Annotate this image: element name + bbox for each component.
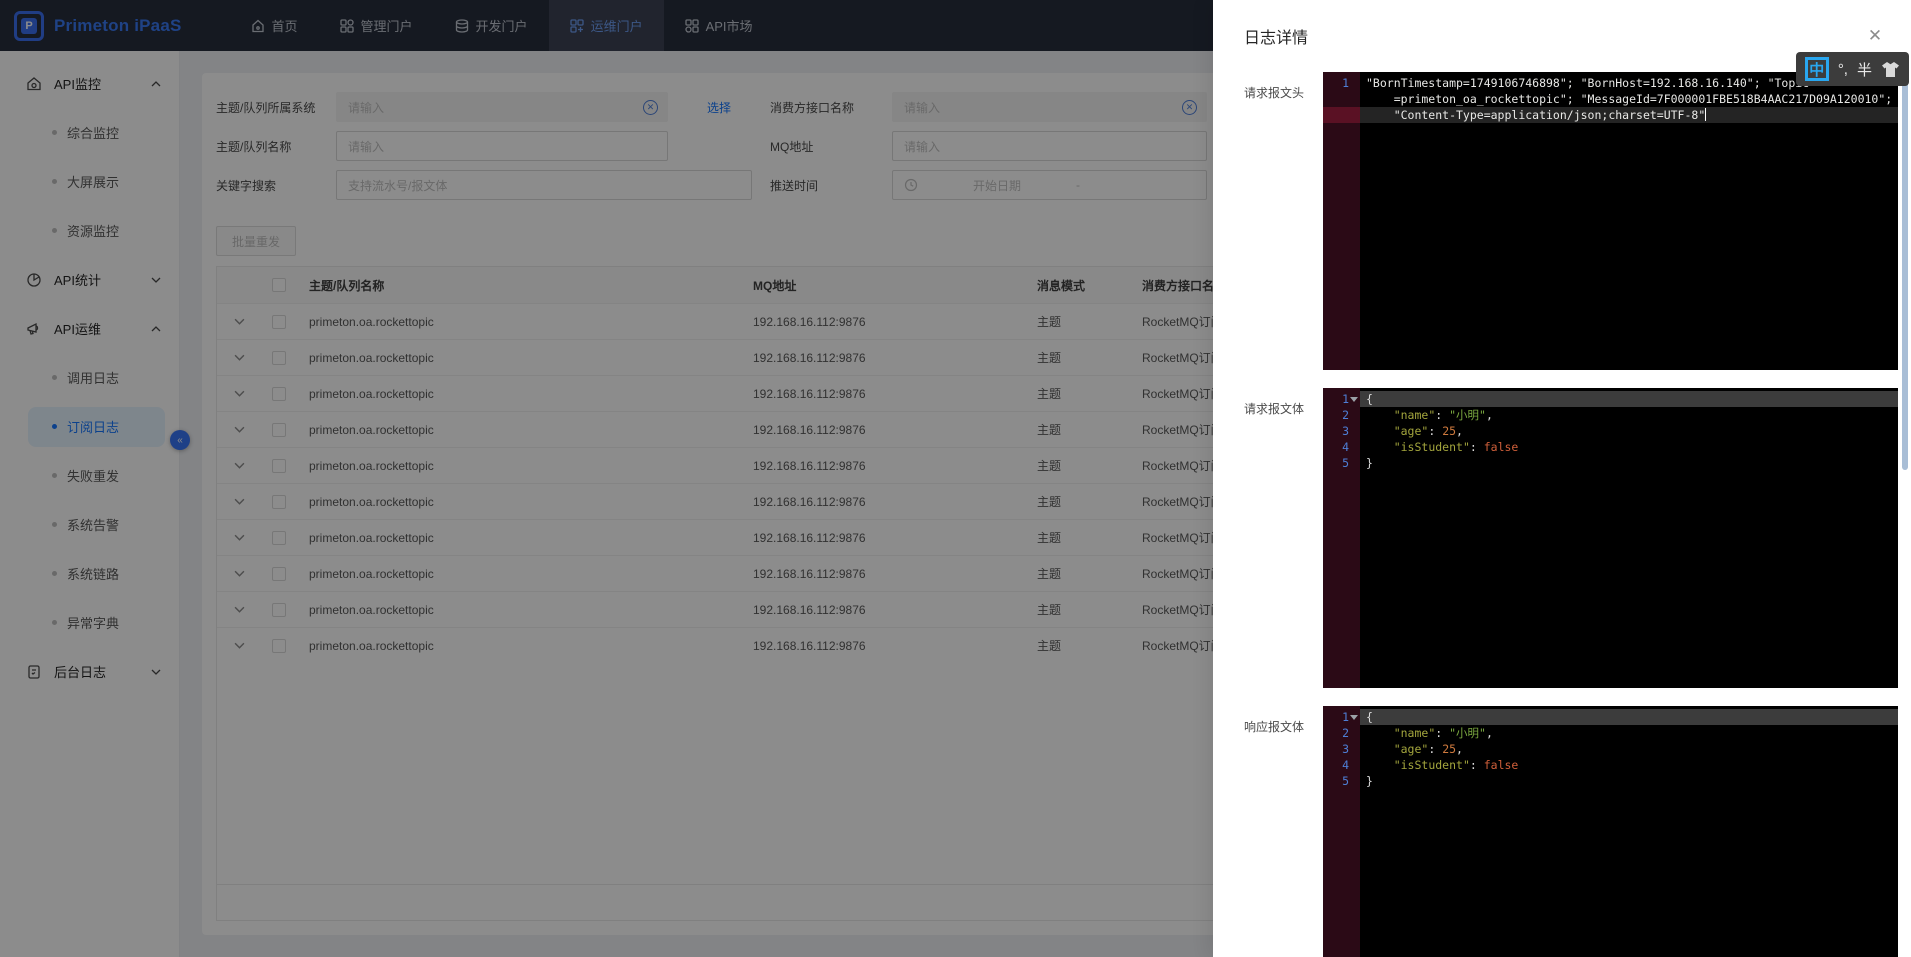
request-body-label: 请求报文体 [1244, 388, 1323, 688]
editor-gutter: 1 [1323, 72, 1360, 370]
log-detail-drawer: 日志详情 ✕ 请求报文头 1"BornTimestamp=17491067468… [1213, 0, 1911, 957]
code-line: } [1360, 455, 1898, 471]
editor-code-area[interactable]: { "name": "小明", "age": 25, "isStudent": … [1360, 388, 1898, 688]
code-line: { [1360, 391, 1898, 407]
drawer-scrollbar[interactable] [1902, 70, 1908, 470]
editor-code-area[interactable]: { "name": "小明", "age": 25, "isStudent": … [1360, 706, 1898, 957]
fold-caret-icon[interactable] [1350, 715, 1358, 720]
code-line: "name": "小明", [1360, 407, 1898, 423]
code-line: "isStudent": false [1360, 757, 1898, 773]
drawer-title: 日志详情 [1244, 30, 1308, 47]
request-body-section: 请求报文体 12345{ "name": "小明", "age": 25, "i… [1244, 388, 1898, 688]
close-icon[interactable]: ✕ [1865, 26, 1885, 46]
text-cursor [1705, 108, 1706, 121]
code-line: "Content-Type=application/json;charset=U… [1360, 107, 1898, 123]
ime-punctuation-toggle[interactable]: °, [1838, 61, 1848, 78]
code-line: { [1360, 709, 1898, 725]
ime-language-toggle[interactable]: 中 [1805, 57, 1829, 81]
response-body-label: 响应报文体 [1244, 706, 1323, 957]
request-header-section: 请求报文头 1"BornTimestamp=1749106746898"; "B… [1244, 72, 1898, 370]
code-line: "isStudent": false [1360, 439, 1898, 455]
screen: P Primeton iPaaS 首页 管理门户 开发门户 运维门户 A [0, 0, 1911, 957]
ime-width-toggle[interactable]: 半 [1857, 59, 1872, 80]
drawer-body: 请求报文头 1"BornTimestamp=1749106746898"; "B… [1213, 58, 1911, 957]
editor-gutter: 12345 [1323, 388, 1360, 688]
request-header-code-editor[interactable]: 1"BornTimestamp=1749106746898"; "BornHos… [1323, 72, 1898, 370]
request-body-code-editor[interactable]: 12345{ "name": "小明", "age": 25, "isStude… [1323, 388, 1898, 688]
code-line: =primeton_oa_rockettopic"; "MessageId=7F… [1360, 91, 1898, 107]
code-line: } [1360, 773, 1898, 789]
ime-skin-icon[interactable] [1881, 61, 1900, 78]
response-body-section: 响应报文体 12345{ "name": "小明", "age": 25, "i… [1244, 706, 1898, 957]
editor-code-area[interactable]: "BornTimestamp=1749106746898"; "BornHost… [1360, 72, 1898, 370]
drawer-header: 日志详情 ✕ [1213, 0, 1911, 58]
response-body-code-editor[interactable]: 12345{ "name": "小明", "age": 25, "isStude… [1323, 706, 1898, 957]
code-line: "name": "小明", [1360, 725, 1898, 741]
ime-status-bar: 中 °, 半 [1796, 52, 1909, 86]
code-line: "age": 25, [1360, 423, 1898, 439]
fold-caret-icon[interactable] [1350, 397, 1358, 402]
code-line: "age": 25, [1360, 741, 1898, 757]
request-header-label: 请求报文头 [1244, 72, 1323, 370]
editor-gutter: 12345 [1323, 706, 1360, 957]
